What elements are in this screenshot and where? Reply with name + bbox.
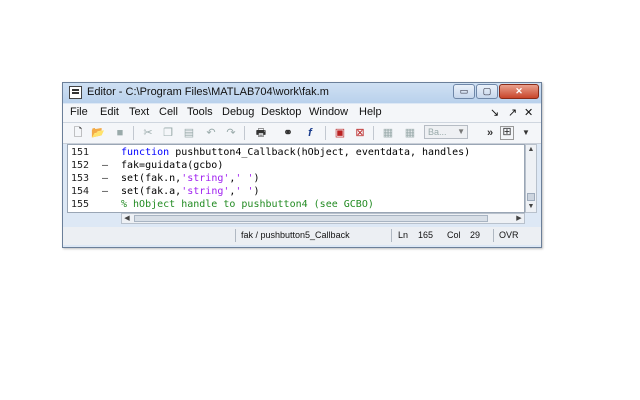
copy-icon[interactable]: ❐ bbox=[161, 126, 175, 140]
status-separator bbox=[493, 229, 494, 242]
toolbar-separator bbox=[325, 126, 326, 140]
code-token: 'string' bbox=[181, 186, 230, 197]
menu-help[interactable]: Help bbox=[359, 106, 382, 118]
menu-text[interactable]: Text bbox=[129, 106, 149, 118]
minimize-button[interactable]: ▭ bbox=[453, 84, 475, 99]
find-binoculars-icon[interactable]: ⚭ bbox=[281, 126, 295, 140]
menu-bar: File Edit Text Cell Tools Debug Desktop … bbox=[63, 104, 541, 123]
line-number: 152 bbox=[71, 160, 90, 171]
stack-combo-value: Ba... bbox=[428, 127, 447, 137]
code-token: pushbutton4_Callback(hObject, eventdata,… bbox=[175, 147, 471, 158]
menu-edit[interactable]: Edit bbox=[100, 106, 119, 118]
line-number: 156 bbox=[71, 211, 97, 212]
status-bar: fak / pushbutton5_Callback Ln 165 Col 29… bbox=[63, 227, 541, 245]
menu-cell[interactable]: Cell bbox=[159, 106, 178, 118]
code-token: function bbox=[121, 147, 176, 158]
line-number: 155 bbox=[71, 199, 90, 210]
line-number: 151 bbox=[71, 147, 90, 158]
line-number: 153 bbox=[71, 173, 90, 184]
toolbar-separator bbox=[373, 126, 374, 140]
undo-icon[interactable]: ↶ bbox=[204, 126, 218, 140]
menu-tools[interactable]: Tools bbox=[187, 106, 213, 118]
layout-grid-icon[interactable]: ⊞ bbox=[500, 126, 514, 140]
code-token: set(fak.n, bbox=[121, 173, 182, 184]
redo-icon[interactable]: ↷ bbox=[224, 126, 238, 140]
breakpoint-marker[interactable]: – bbox=[102, 185, 108, 198]
open-folder-icon[interactable]: 📂 bbox=[91, 126, 105, 140]
close-button[interactable]: ✕ bbox=[499, 84, 539, 99]
status-ln-value: 165 bbox=[418, 230, 434, 240]
line-number: 154 bbox=[71, 186, 90, 197]
stack-combo[interactable]: Ba... ▼ bbox=[424, 125, 468, 139]
code-token: fak=guidata(gcbo) bbox=[121, 160, 224, 171]
status-mode: OVR bbox=[499, 230, 519, 240]
code-token: ) bbox=[253, 173, 260, 184]
breakpoint-marker[interactable]: – bbox=[102, 172, 108, 185]
code-text: set(fak.a,'string',' ') bbox=[121, 185, 260, 198]
status-function: fak / pushbutton5_Callback bbox=[241, 230, 350, 240]
print-icon[interactable]: 🖶 bbox=[254, 126, 268, 140]
menu-window[interactable]: Window bbox=[309, 106, 348, 118]
paste-icon[interactable]: ▤ bbox=[182, 126, 196, 140]
new-file-icon[interactable]: 🗋 bbox=[71, 126, 85, 140]
undock-button[interactable]: ↗ bbox=[508, 106, 517, 119]
code-token: % hObject handle to pushbutton4 (see GCB… bbox=[121, 199, 374, 210]
code-text: function pushbutton4_Callback(hObject, e… bbox=[121, 146, 470, 159]
code-token: ' ' bbox=[235, 186, 254, 197]
menu-file[interactable]: File bbox=[70, 106, 88, 118]
code-text: fak=guidata(gcbo) bbox=[121, 159, 223, 172]
code-token: set(fak.a, bbox=[121, 186, 182, 197]
chevron-down-icon: ▼ bbox=[457, 127, 465, 136]
code-token: ) bbox=[253, 186, 260, 197]
toolbar-separator bbox=[244, 126, 245, 140]
code-token: ' ' bbox=[235, 173, 254, 184]
horizontal-scrollbar[interactable]: ◀ ▶ bbox=[121, 213, 525, 224]
code-text: % hObject handle to pushbutton4 (see GCB… bbox=[121, 198, 374, 211]
layout-dropdown-icon[interactable]: ▼ bbox=[519, 126, 533, 140]
maximize-button[interactable]: ▢ bbox=[476, 84, 498, 99]
editor-close-button[interactable]: ✕ bbox=[524, 106, 533, 119]
window-title: Editor - C:\Program Files\MATLAB704\work… bbox=[87, 86, 329, 98]
toolbar-separator bbox=[133, 126, 134, 140]
status-ln-label: Ln bbox=[398, 230, 409, 240]
scroll-left-icon[interactable]: ◀ bbox=[122, 214, 132, 223]
title-bar[interactable]: Editor - C:\Program Files\MATLAB704\work… bbox=[63, 83, 541, 103]
menu-desktop[interactable]: Desktop bbox=[261, 106, 301, 118]
scroll-right-icon[interactable]: ▶ bbox=[514, 214, 524, 223]
step-icon[interactable]: ▦ bbox=[381, 126, 395, 140]
status-separator bbox=[235, 229, 236, 242]
vertical-scroll-thumb[interactable] bbox=[527, 193, 535, 201]
code-editor[interactable]: 151 function pushbutton4_Callback(hObject… bbox=[67, 144, 525, 213]
code-token: 'string' bbox=[181, 173, 230, 184]
menu-debug[interactable]: Debug bbox=[222, 106, 254, 118]
clear-breakpoints-icon[interactable]: ⊠ bbox=[353, 126, 367, 140]
status-col-value: 29 bbox=[470, 230, 481, 240]
status-col-label: Col bbox=[447, 230, 461, 240]
vertical-scrollbar[interactable]: ▲ ▼ bbox=[525, 144, 537, 213]
breakpoint-marker[interactable]: – bbox=[102, 159, 108, 172]
app-icon bbox=[69, 86, 82, 99]
function-icon[interactable]: f bbox=[303, 126, 317, 140]
status-separator bbox=[391, 229, 392, 242]
toolbar-overflow-button[interactable]: » bbox=[483, 126, 497, 140]
code-text: set(fak.n,'string',' ') bbox=[121, 172, 260, 185]
horizontal-scroll-thumb[interactable] bbox=[134, 215, 488, 222]
step-in-icon[interactable]: ▦ bbox=[403, 126, 417, 140]
set-breakpoint-icon[interactable]: ▣ bbox=[333, 126, 347, 140]
scroll-down-icon[interactable]: ▼ bbox=[526, 202, 536, 212]
dock-button[interactable]: ↘ bbox=[490, 106, 499, 119]
toolbar: 🗋 📂 ■ ✂ ❐ ▤ ↶ ↷ 🖶 ⚭ f ▣ ⊠ ▦ ▦ Ba... ▼ » … bbox=[63, 123, 541, 144]
cut-icon[interactable]: ✂ bbox=[141, 126, 155, 140]
save-icon[interactable]: ■ bbox=[113, 126, 127, 140]
editor-window: Editor - C:\Program Files\MATLAB704\work… bbox=[62, 82, 542, 248]
scroll-up-icon[interactable]: ▲ bbox=[526, 145, 536, 155]
